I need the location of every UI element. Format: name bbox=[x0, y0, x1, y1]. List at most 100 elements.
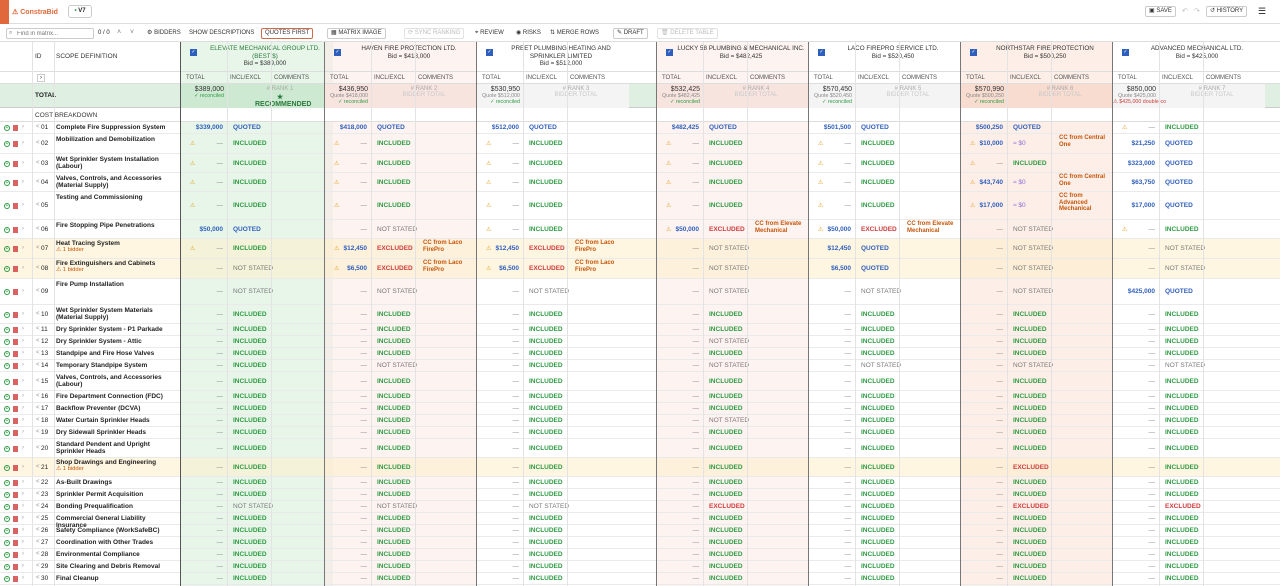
line-item-row[interactable]: + › <02 Mobilization and Demobilization ⚠ — IN… bbox=[0, 134, 1280, 154]
total-cell[interactable]: — bbox=[477, 527, 520, 534]
delete-row-icon[interactable] bbox=[13, 552, 18, 558]
incl-excl-cell[interactable]: INCLUDED bbox=[1013, 378, 1047, 385]
bidder-header[interactable]: ✓ LACO FIREPRO SERVICE LTD. Bid = $520,450 bbox=[809, 42, 961, 72]
line-item-row[interactable]: + › <12 Dry Sprinkler System - Attic — INCLUD… bbox=[0, 336, 1280, 348]
incl-excl-cell[interactable]: NOT STATED bbox=[233, 265, 273, 272]
incl-excl-cell[interactable]: NOT STATED bbox=[709, 245, 749, 252]
incl-excl-cell[interactable]: INCLUDED bbox=[861, 393, 895, 400]
line-item-row[interactable]: + › <08 Fire Extinguishers and Cabinets ⚠ 1 … bbox=[0, 259, 1280, 279]
row-collapse-icon[interactable]: < bbox=[36, 445, 40, 451]
incl-excl-cell[interactable]: INCLUDED bbox=[861, 179, 895, 186]
incl-excl-cell[interactable]: INCLUDED bbox=[1165, 378, 1199, 385]
total-cell[interactable]: — bbox=[961, 245, 1004, 252]
total-cell[interactable]: — bbox=[657, 429, 700, 436]
total-cell[interactable]: — bbox=[1113, 326, 1156, 333]
total-cell[interactable]: — bbox=[325, 539, 368, 546]
comment-cell[interactable]: CC from Laco FirePro bbox=[575, 260, 627, 273]
delete-row-icon[interactable] bbox=[13, 378, 18, 385]
total-cell[interactable]: — bbox=[181, 503, 224, 510]
incl-excl-cell[interactable]: INCLUDED bbox=[861, 378, 895, 385]
row-expand-icon[interactable]: › bbox=[22, 479, 24, 485]
incl-excl-cell[interactable]: NOT STATED bbox=[1013, 226, 1053, 233]
incl-excl-cell[interactable]: INCLUDED bbox=[377, 445, 411, 452]
total-cell[interactable]: — bbox=[961, 503, 1004, 510]
incl-excl-cell[interactable]: INCLUDED bbox=[233, 362, 267, 369]
total-cell[interactable]: $6,500 bbox=[325, 265, 367, 272]
total-cell[interactable]: — bbox=[961, 445, 1004, 452]
line-item-row[interactable]: + › <01 Complete Fire Suppression System $33… bbox=[0, 122, 1280, 134]
incl-excl-cell[interactable]: INCLUDED bbox=[861, 479, 895, 486]
total-cell[interactable]: — bbox=[1113, 417, 1156, 424]
total-cell[interactable]: — bbox=[181, 393, 224, 400]
add-row-icon[interactable]: + bbox=[4, 378, 10, 385]
incl-excl-cell[interactable]: QUOTED bbox=[1165, 179, 1193, 186]
incl-excl-cell[interactable]: NOT STATED bbox=[1013, 288, 1053, 295]
total-cell[interactable]: — bbox=[325, 575, 368, 582]
incl-excl-cell[interactable]: INCLUDED bbox=[1013, 445, 1047, 452]
total-cell[interactable]: — bbox=[809, 515, 852, 522]
total-cell[interactable]: — bbox=[181, 288, 224, 295]
total-cell[interactable]: — bbox=[325, 551, 368, 558]
incl-excl-cell[interactable]: INCLUDED bbox=[377, 417, 411, 424]
add-row-icon[interactable]: + bbox=[4, 445, 10, 452]
incl-excl-cell[interactable]: EXCLUDED bbox=[377, 265, 413, 272]
next-match-button[interactable]: ˅ bbox=[130, 29, 134, 36]
incl-excl-cell[interactable]: INCLUDED bbox=[861, 350, 895, 357]
add-row-icon[interactable]: + bbox=[4, 327, 10, 333]
total-cell[interactable]: — bbox=[961, 551, 1004, 558]
row-expand-icon[interactable]: › bbox=[22, 527, 24, 533]
incl-excl-cell[interactable]: INCLUDED bbox=[1165, 350, 1199, 357]
incl-excl-cell[interactable]: INCLUDED bbox=[377, 350, 411, 357]
total-cell[interactable]: — bbox=[325, 479, 368, 486]
incl-excl-cell[interactable]: EXCLUDED bbox=[1013, 464, 1049, 471]
incl-excl-cell[interactable]: INCLUDED bbox=[233, 160, 267, 167]
comment-cell[interactable]: CC from Laco FirePro bbox=[423, 240, 475, 253]
sync-ranking-button[interactable]: ⟳ SYNC RANKING bbox=[404, 28, 465, 39]
row-expand-icon[interactable]: › bbox=[22, 393, 24, 399]
row-collapse-icon[interactable]: < bbox=[36, 124, 40, 130]
incl-excl-cell[interactable]: INCLUDED bbox=[709, 179, 743, 186]
delete-row-icon[interactable] bbox=[13, 464, 18, 471]
incl-excl-cell[interactable]: QUOTED bbox=[1165, 288, 1193, 295]
total-cell[interactable]: — bbox=[809, 417, 852, 424]
bidder-header[interactable]: ✓ ADVANCED MECHANICAL LTD. Bid = $425,000 bbox=[1113, 42, 1265, 72]
incl-excl-cell[interactable]: INCLUDED bbox=[861, 140, 895, 147]
delete-row-icon[interactable] bbox=[13, 179, 18, 186]
total-cell[interactable]: — bbox=[657, 288, 700, 295]
incl-excl-cell[interactable]: NOT STATED bbox=[709, 362, 749, 369]
incl-excl-cell[interactable]: INCLUDED bbox=[1013, 479, 1047, 486]
total-cell[interactable]: — bbox=[477, 479, 520, 486]
total-cell[interactable]: — bbox=[325, 311, 368, 318]
bidder-include-checkbox[interactable]: ✓ bbox=[666, 49, 673, 56]
total-cell[interactable]: — bbox=[1113, 226, 1156, 233]
incl-excl-cell[interactable]: INCLUDED bbox=[1013, 417, 1047, 424]
row-expand-icon[interactable]: › bbox=[22, 350, 24, 356]
total-cell[interactable]: — bbox=[961, 362, 1004, 369]
total-cell[interactable]: $500,250 bbox=[961, 124, 1003, 131]
incl-excl-cell[interactable]: INCLUDED bbox=[709, 445, 743, 452]
bidder-include-checkbox[interactable]: ✓ bbox=[970, 49, 977, 56]
line-item-row[interactable]: + › <23 Sprinkler Permit Acquisition — INCLUD… bbox=[0, 489, 1280, 501]
incl-excl-cell[interactable]: NOT STATED bbox=[377, 362, 417, 369]
incl-excl-cell[interactable]: INCLUDED bbox=[861, 338, 895, 345]
total-cell[interactable]: — bbox=[809, 445, 852, 452]
total-cell[interactable]: — bbox=[325, 140, 368, 147]
incl-excl-cell[interactable]: INCLUDED bbox=[709, 479, 743, 486]
total-cell[interactable]: — bbox=[181, 429, 224, 436]
incl-excl-cell[interactable]: INCLUDED bbox=[861, 491, 895, 498]
incl-excl-cell[interactable]: INCLUDED bbox=[1013, 527, 1047, 534]
incl-excl-cell[interactable]: QUOTED bbox=[233, 226, 261, 233]
add-row-icon[interactable]: + bbox=[4, 406, 10, 412]
incl-excl-cell[interactable]: INCLUDED bbox=[1165, 393, 1199, 400]
incl-excl-cell[interactable]: QUOTED bbox=[377, 124, 405, 131]
delete-row-icon[interactable] bbox=[13, 339, 18, 345]
total-cell[interactable]: — bbox=[477, 464, 520, 471]
incl-excl-cell[interactable]: NOT STATED bbox=[529, 288, 569, 295]
total-cell[interactable]: — bbox=[325, 464, 368, 471]
total-cell[interactable]: — bbox=[181, 405, 224, 412]
delete-row-icon[interactable] bbox=[13, 125, 18, 131]
delete-row-icon[interactable] bbox=[13, 289, 18, 295]
incl-excl-cell[interactable]: INCLUDED bbox=[529, 515, 563, 522]
row-collapse-icon[interactable]: < bbox=[36, 575, 40, 581]
line-item-row[interactable]: + › <18 Water Curtain Sprinkler Heads — INCLU… bbox=[0, 415, 1280, 427]
